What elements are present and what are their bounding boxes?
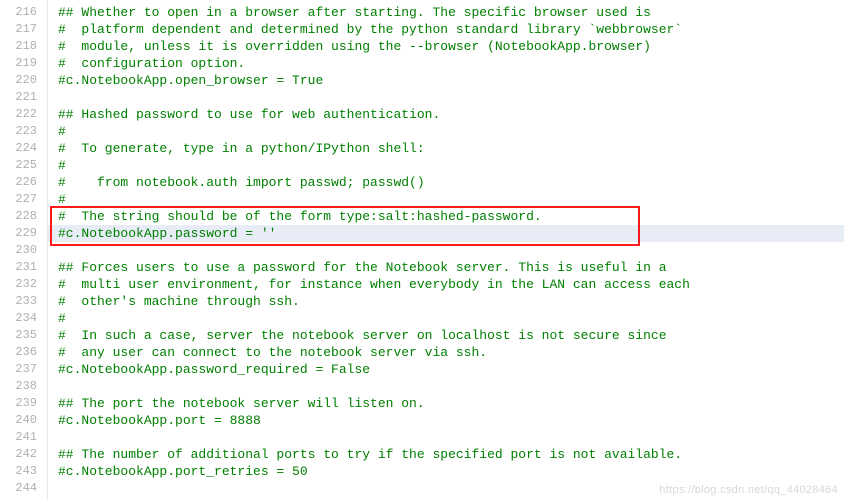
line-number: 219 xyxy=(0,55,47,72)
line-number: 223 xyxy=(0,123,47,140)
line-number: 242 xyxy=(0,446,47,463)
line-number: 220 xyxy=(0,72,47,89)
line-number: 241 xyxy=(0,429,47,446)
code-line[interactable]: # xyxy=(58,191,844,208)
line-number: 225 xyxy=(0,157,47,174)
line-number: 224 xyxy=(0,140,47,157)
line-number: 243 xyxy=(0,463,47,480)
code-line[interactable]: #c.NotebookApp.open_browser = True xyxy=(58,72,844,89)
line-number: 230 xyxy=(0,242,47,259)
code-line[interactable]: # configuration option. xyxy=(58,55,844,72)
line-number: 226 xyxy=(0,174,47,191)
line-number: 237 xyxy=(0,361,47,378)
code-line[interactable]: #c.NotebookApp.port_retries = 50 xyxy=(58,463,844,480)
line-number: 244 xyxy=(0,480,47,497)
code-line[interactable] xyxy=(58,242,844,259)
line-number: 229 xyxy=(0,225,47,242)
code-line[interactable]: # In such a case, server the notebook se… xyxy=(58,327,844,344)
code-line[interactable]: # module, unless it is overridden using … xyxy=(58,38,844,55)
code-line[interactable]: # from notebook.auth import passwd; pass… xyxy=(58,174,844,191)
line-number: 218 xyxy=(0,38,47,55)
code-line[interactable]: ## Whether to open in a browser after st… xyxy=(58,4,844,21)
line-number: 222 xyxy=(0,106,47,123)
line-number: 233 xyxy=(0,293,47,310)
code-line[interactable] xyxy=(58,89,844,106)
code-line[interactable]: # xyxy=(58,310,844,327)
code-line[interactable]: # To generate, type in a python/IPython … xyxy=(58,140,844,157)
line-number: 231 xyxy=(0,259,47,276)
code-line[interactable]: #c.NotebookApp.port = 8888 xyxy=(58,412,844,429)
code-line[interactable]: ## Forces users to use a password for th… xyxy=(58,259,844,276)
line-number: 240 xyxy=(0,412,47,429)
line-number: 239 xyxy=(0,395,47,412)
line-number-gutter: 2162172182192202212222232242252262272282… xyxy=(0,0,48,500)
line-number: 238 xyxy=(0,378,47,395)
code-line[interactable] xyxy=(58,378,844,395)
code-line[interactable]: ## Hashed password to use for web authen… xyxy=(58,106,844,123)
code-line[interactable]: # xyxy=(58,123,844,140)
line-number: 235 xyxy=(0,327,47,344)
code-line[interactable]: # The string should be of the form type:… xyxy=(58,208,844,225)
code-line[interactable]: # any user can connect to the notebook s… xyxy=(58,344,844,361)
line-number: 234 xyxy=(0,310,47,327)
line-number: 217 xyxy=(0,21,47,38)
code-line[interactable]: # xyxy=(58,157,844,174)
code-line[interactable] xyxy=(58,429,844,446)
line-number: 236 xyxy=(0,344,47,361)
code-line[interactable]: #c.NotebookApp.password_required = False xyxy=(58,361,844,378)
watermark-text: https://blog.csdn.net/qq_44028464 xyxy=(659,484,838,496)
code-line[interactable]: ## The port the notebook server will lis… xyxy=(58,395,844,412)
line-number: 216 xyxy=(0,4,47,21)
code-line[interactable]: #c.NotebookApp.password = '' xyxy=(48,225,844,242)
code-editor[interactable]: 2162172182192202212222232242252262272282… xyxy=(0,0,844,500)
line-number: 232 xyxy=(0,276,47,293)
line-number: 228 xyxy=(0,208,47,225)
code-line[interactable]: # multi user environment, for instance w… xyxy=(58,276,844,293)
code-line[interactable]: ## The number of additional ports to try… xyxy=(58,446,844,463)
code-area[interactable]: ## Whether to open in a browser after st… xyxy=(48,0,844,500)
line-number: 221 xyxy=(0,89,47,106)
code-line[interactable]: # other's machine through ssh. xyxy=(58,293,844,310)
code-line[interactable]: # platform dependent and determined by t… xyxy=(58,21,844,38)
line-number: 227 xyxy=(0,191,47,208)
